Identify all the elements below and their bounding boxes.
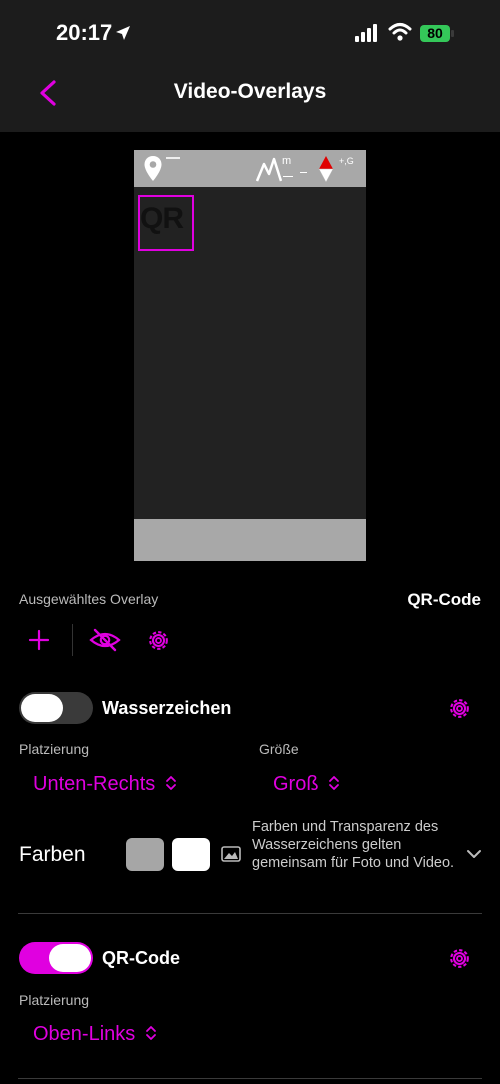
qr-placement-value: Oben-Links [33, 1023, 136, 1045]
altitude-mountain-icon [256, 157, 282, 182]
up-down-chevron-icon [165, 776, 176, 790]
photo-icon[interactable] [221, 846, 241, 862]
qr-placement-label: Platzierung [19, 992, 90, 1008]
watermark-placement-value: Unten-Rechts [33, 773, 156, 795]
heading-placeholder [300, 172, 307, 173]
selected-overlay-label: Ausgewähltes Overlay [19, 591, 159, 607]
battery-tip [451, 30, 454, 37]
watermark-placement-label: Platzierung [19, 741, 90, 757]
altitude-unit-glyph: m [282, 155, 292, 167]
gear-icon[interactable] [146, 628, 171, 653]
up-down-chevron-icon [145, 1026, 156, 1040]
watermark-size-select[interactable]: Groß [273, 773, 340, 796]
chevron-down-icon[interactable] [466, 848, 482, 860]
altitude-value-placeholder [283, 176, 293, 177]
color-swatch-gray[interactable] [126, 838, 164, 871]
watermark-size-value: Groß [273, 773, 319, 795]
colors-description: Farben und Transparenz des Wasserzeichen… [252, 819, 455, 871]
qr-code-toggle-knob [49, 944, 91, 972]
page-title: Video-Overlays [173, 80, 327, 103]
qr-placement-select[interactable]: Oben-Links [33, 1023, 157, 1046]
selected-overlay-value: QR-Code [407, 590, 481, 609]
status-time: 20:17 [56, 20, 113, 45]
qr-settings-gear-icon[interactable] [447, 946, 472, 971]
location-pin-icon [144, 156, 162, 181]
toolbar-divider [72, 624, 73, 656]
wifi-icon [388, 23, 412, 41]
watermark-size-label: Größe [259, 741, 299, 757]
watermark-placement-select[interactable]: Unten-Rechts [33, 773, 177, 796]
colors-label: Farben [19, 843, 86, 866]
preview-location-text [166, 157, 180, 159]
g-force-glyph: +,G [339, 156, 354, 166]
section-divider [18, 913, 482, 914]
watermark-label: Wasserzeichen [102, 698, 232, 718]
watermark-toggle[interactable] [19, 692, 93, 724]
preview-bottom-bar [134, 519, 366, 561]
eye-slash-icon[interactable] [89, 628, 121, 652]
watermark-toggle-knob [21, 694, 63, 722]
compass-icon [318, 156, 334, 183]
location-arrow-icon [116, 26, 130, 40]
up-down-chevron-icon [329, 776, 340, 790]
qr-code-toggle[interactable] [19, 942, 93, 974]
watermark-settings-gear-icon[interactable] [447, 696, 472, 721]
color-swatch-white[interactable] [172, 838, 210, 871]
battery-indicator: 80 [420, 25, 450, 42]
bottom-divider [18, 1078, 482, 1079]
add-icon[interactable] [28, 629, 50, 651]
qr-overlay-selection[interactable] [138, 195, 194, 251]
cellular-signal-icon [355, 24, 377, 42]
qr-code-label: QR-Code [102, 948, 180, 968]
